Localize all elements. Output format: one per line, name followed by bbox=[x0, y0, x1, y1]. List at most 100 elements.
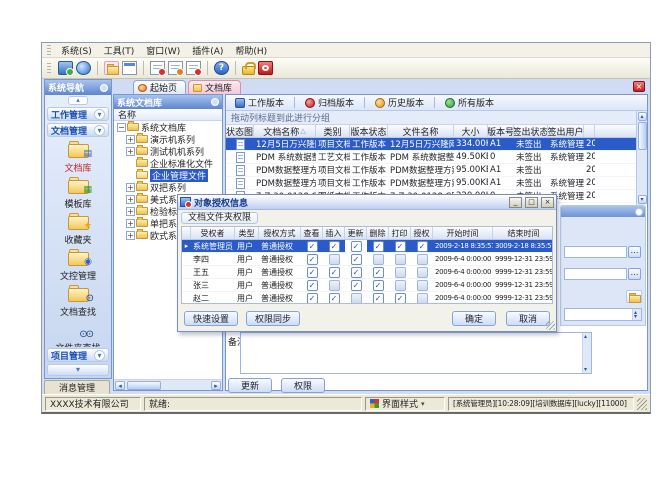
tree-item[interactable]: 企业管理文件 bbox=[114, 169, 222, 181]
scroll-up-icon[interactable] bbox=[68, 96, 88, 105]
lock-icon[interactable] bbox=[242, 66, 255, 75]
pushpin-icon[interactable] bbox=[211, 98, 219, 106]
checkbox-checked[interactable] bbox=[307, 267, 318, 278]
checkbox-checked[interactable] bbox=[373, 293, 384, 304]
version-tab-2[interactable]: 归档版本 bbox=[299, 96, 360, 110]
column-header[interactable]: 版本状态 bbox=[350, 125, 388, 137]
checkbox-checked[interactable] bbox=[329, 293, 340, 304]
sidebar-section-work[interactable]: 工作管理 bbox=[47, 107, 109, 121]
checkbox-unchecked[interactable] bbox=[417, 293, 428, 304]
sidebar-item-folder-star[interactable]: ★收藏夹 bbox=[64, 212, 91, 246]
scroll-down-icon[interactable] bbox=[638, 195, 647, 204]
checkbox-unchecked[interactable] bbox=[417, 254, 428, 265]
checkbox-checked[interactable] bbox=[395, 241, 406, 252]
checkbox-checked[interactable] bbox=[329, 241, 340, 252]
scroll-up-icon[interactable] bbox=[638, 112, 647, 121]
cancel-button[interactable]: 取消 bbox=[506, 311, 550, 326]
chevron-down-icon[interactable] bbox=[94, 109, 105, 120]
sidebar-item-folder-control[interactable]: ◉文控管理 bbox=[60, 248, 96, 282]
quick-setup-button[interactable]: 快速设置 bbox=[184, 311, 238, 326]
open-folder-button[interactable] bbox=[626, 290, 642, 303]
checkbox-checked[interactable] bbox=[351, 267, 362, 278]
globe-icon[interactable] bbox=[76, 61, 91, 75]
property-field[interactable] bbox=[564, 246, 627, 258]
column-header[interactable]: 类别 bbox=[316, 125, 350, 137]
sidebar-item-folder-template[interactable]: ▦模板库 bbox=[64, 176, 91, 210]
doc-table-vscrollbar[interactable] bbox=[636, 111, 647, 205]
update-button[interactable]: 更新 bbox=[228, 378, 272, 393]
scroll-down-strip[interactable] bbox=[47, 364, 109, 376]
column-header[interactable]: 受权者 bbox=[191, 227, 235, 239]
column-header[interactable]: 文件名称 bbox=[388, 125, 454, 137]
expander-minus-icon[interactable] bbox=[117, 123, 126, 132]
column-header[interactable]: 文档名称 bbox=[254, 125, 316, 137]
permission-row[interactable]: 王五用户普通授权2009-6-4 0:00:009999-12-31 23:59… bbox=[182, 266, 552, 279]
ellipsis-button[interactable] bbox=[628, 268, 641, 280]
tree-horizontal-scrollbar[interactable] bbox=[114, 379, 222, 390]
column-header[interactable]: 授权方式 bbox=[259, 227, 301, 239]
column-header[interactable]: 开始时间 bbox=[433, 227, 493, 239]
ok-button[interactable]: 确定 bbox=[452, 311, 496, 326]
sidebar-item-folder-search[interactable]: ⊙⊙文件夹查找 bbox=[55, 320, 100, 347]
checkbox-unchecked[interactable] bbox=[417, 280, 428, 291]
menu-item-4[interactable]: 插件(A) bbox=[186, 43, 229, 58]
collapse-icon[interactable] bbox=[635, 208, 643, 216]
column-header[interactable]: 插入 bbox=[323, 227, 345, 239]
message-management-tab[interactable]: 消息管理 bbox=[44, 380, 110, 394]
checkbox-checked[interactable] bbox=[329, 267, 340, 278]
column-header[interactable]: 授权 bbox=[411, 227, 433, 239]
checkbox-unchecked[interactable] bbox=[329, 254, 340, 265]
minimize-icon[interactable] bbox=[509, 197, 522, 208]
permission-row[interactable]: 赵二用户普通授权2009-6-4 0:00:009999-12-31 23:59… bbox=[182, 292, 552, 304]
permission-row[interactable]: 系统管理员用户普通授权2009-2-18 8:35:573009-2-18 8:… bbox=[182, 240, 552, 253]
column-header[interactable]: 大小 bbox=[454, 125, 488, 137]
menu-item-5[interactable]: 帮助(H) bbox=[229, 43, 273, 58]
sync-permissions-button[interactable]: 权限同步 bbox=[246, 311, 300, 326]
doc-row[interactable]: 12月5日万兴隆网行…项目文档工作版本12月5日万兴隆网行…334.00KBA1… bbox=[226, 138, 636, 151]
permission-row[interactable]: 李四用户普通授权2009-6-4 0:00:009999-12-31 23:59… bbox=[182, 253, 552, 266]
help-icon[interactable] bbox=[214, 61, 229, 75]
column-header[interactable]: 更新 bbox=[345, 227, 367, 239]
checkbox-unchecked[interactable] bbox=[395, 267, 406, 278]
ellipsis-button[interactable] bbox=[628, 246, 641, 258]
column-header[interactable]: 打印 bbox=[389, 227, 411, 239]
column-header[interactable]: 签出状态 bbox=[514, 125, 548, 137]
textarea-scrollbar[interactable] bbox=[632, 309, 641, 320]
tree-item[interactable]: 企业标准化文件 bbox=[114, 157, 222, 169]
menu-item-1[interactable]: 系统(S) bbox=[55, 43, 98, 58]
close-icon[interactable] bbox=[541, 197, 554, 208]
column-header[interactable]: 查看 bbox=[301, 227, 323, 239]
version-tab-1[interactable]: 工作版本 bbox=[229, 96, 290, 110]
checkbox-checked[interactable] bbox=[373, 280, 384, 291]
checkbox-unchecked[interactable] bbox=[351, 293, 362, 304]
expander-plus-icon[interactable] bbox=[126, 231, 135, 240]
sidebar-item-doc-search[interactable]: ⊙文档查找 bbox=[60, 284, 96, 318]
doc-row[interactable]: PDM数据整理方案2.doc项目文档工作版本PDM数据整理方案2.doc95.0… bbox=[226, 177, 636, 190]
tree-column-header[interactable]: 名称 bbox=[114, 109, 222, 121]
tree-item[interactable]: 系统文档库 bbox=[114, 121, 222, 133]
checkbox-checked[interactable] bbox=[307, 254, 318, 265]
property-field[interactable] bbox=[564, 268, 627, 280]
column-header[interactable]: 类型 bbox=[235, 227, 259, 239]
checkbox-unchecked[interactable] bbox=[395, 280, 406, 291]
resize-grip[interactable] bbox=[637, 398, 647, 410]
checkbox-checked[interactable] bbox=[417, 241, 428, 252]
tab-doc-library[interactable]: 文档库 bbox=[188, 80, 241, 94]
chevron-down-icon[interactable] bbox=[94, 125, 105, 136]
expander-plus-icon[interactable] bbox=[126, 207, 135, 216]
resize-grip[interactable] bbox=[546, 321, 555, 330]
textarea-scrollbar[interactable] bbox=[582, 333, 591, 373]
menu-item-2[interactable]: 工具(T) bbox=[98, 43, 141, 58]
scroll-thumb[interactable] bbox=[638, 122, 647, 150]
checkbox-checked[interactable] bbox=[351, 254, 362, 265]
property-textarea[interactable] bbox=[564, 308, 642, 321]
close-icon[interactable] bbox=[633, 81, 645, 92]
checkbox-checked[interactable] bbox=[307, 293, 318, 304]
checkbox-checked[interactable] bbox=[395, 293, 406, 304]
column-header[interactable]: 状态图 bbox=[226, 125, 254, 137]
report-del-icon[interactable] bbox=[186, 61, 201, 75]
expander-plus-icon[interactable] bbox=[126, 219, 135, 228]
checkbox-unchecked[interactable] bbox=[373, 254, 384, 265]
tree-item[interactable]: 测试机机系列 bbox=[114, 145, 222, 157]
checkbox-unchecked[interactable] bbox=[329, 280, 340, 291]
